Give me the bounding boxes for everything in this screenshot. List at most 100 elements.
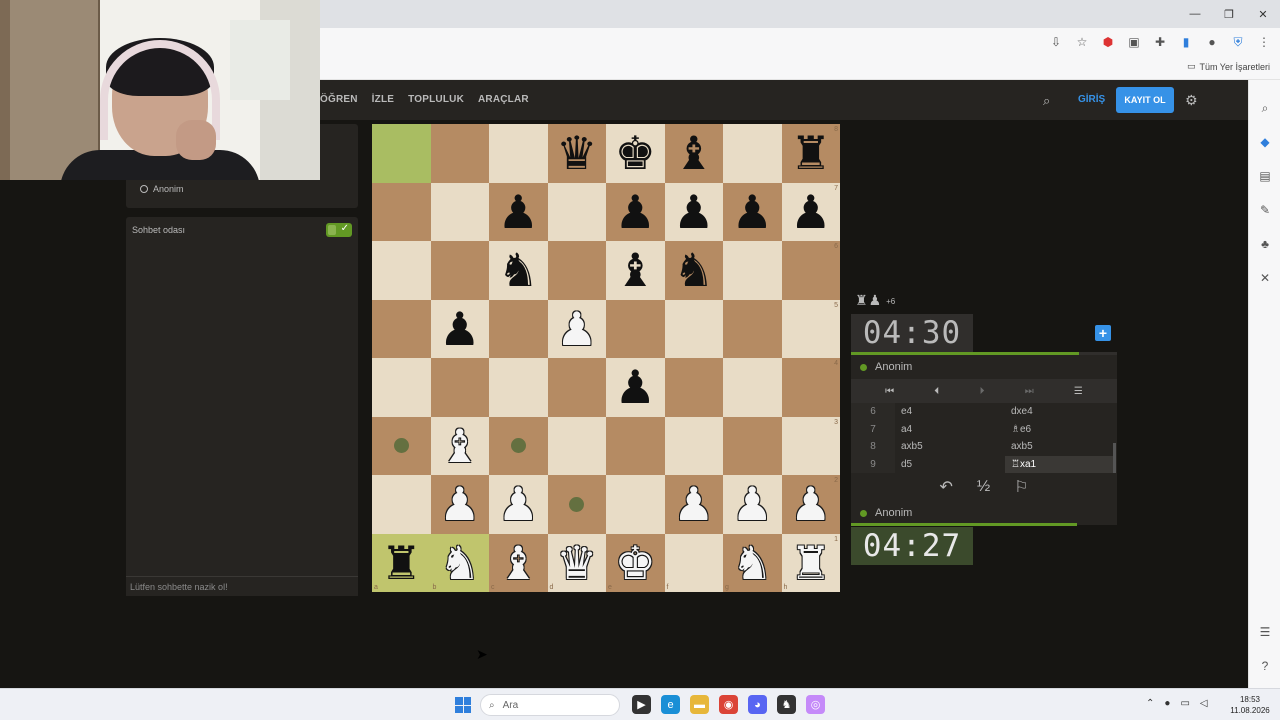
top-player-name[interactable]: Anonim: [875, 361, 912, 373]
square-h2[interactable]: ♟ 2: [781, 475, 840, 534]
customize-icon[interactable]: ☰: [1257, 624, 1273, 640]
square-f5[interactable]: [664, 299, 723, 358]
white-move[interactable]: d5: [895, 456, 1005, 474]
black-pawn-icon[interactable]: ♟: [498, 189, 539, 235]
nav-learn[interactable]: ÖĞREN: [320, 94, 358, 105]
extension-icon[interactable]: ▣: [1124, 32, 1144, 52]
square-a8[interactable]: [372, 124, 431, 183]
profile-icon[interactable]: ●: [1202, 32, 1222, 52]
square-f6[interactable]: ♞: [664, 241, 723, 300]
square-a2[interactable]: [372, 475, 431, 534]
white-rook-icon[interactable]: ♜: [790, 540, 831, 586]
square-f7[interactable]: ♟: [664, 182, 723, 241]
chat-toggle[interactable]: [326, 223, 352, 237]
square-f2[interactable]: ♟: [664, 475, 723, 534]
puzzle-icon[interactable]: ✚: [1150, 32, 1170, 52]
chrome-icon[interactable]: ◉: [719, 695, 738, 714]
last-move-icon[interactable]: ⏭: [1025, 386, 1034, 397]
square-h3[interactable]: 3: [781, 416, 840, 475]
black-king-icon[interactable]: ♚: [615, 130, 656, 176]
square-a3[interactable]: [372, 416, 431, 475]
square-h5[interactable]: 5: [781, 299, 840, 358]
white-knight-icon[interactable]: ♞: [732, 540, 773, 586]
chevron-up-icon[interactable]: ⌃: [1146, 698, 1154, 709]
apps-icon[interactable]: ✕: [1257, 270, 1273, 286]
square-e6[interactable]: ♝: [606, 241, 665, 300]
square-f8[interactable]: ♝: [664, 124, 723, 183]
move-hint-dot[interactable]: [393, 438, 409, 454]
square-e7[interactable]: ♟: [606, 182, 665, 241]
install-app-icon[interactable]: ⇩: [1046, 32, 1066, 52]
media-player-icon[interactable]: ▶: [632, 695, 651, 714]
black-knight-icon[interactable]: ♞: [673, 247, 714, 293]
black-knight-icon[interactable]: ♞: [498, 247, 539, 293]
square-c1[interactable]: ♝ c: [489, 533, 548, 592]
black-rook-icon[interactable]: ♜: [381, 540, 422, 586]
edge-browser-icon[interactable]: e: [661, 695, 680, 714]
file-explorer-icon[interactable]: ▬: [690, 695, 709, 714]
nav-watch[interactable]: İZLE: [372, 94, 394, 105]
restore-icon[interactable]: ❐: [1212, 0, 1246, 28]
all-bookmarks[interactable]: ▭ Tüm Yer İşaretleri: [1187, 61, 1270, 72]
square-e8[interactable]: ♚: [606, 124, 665, 183]
square-g2[interactable]: ♟: [723, 475, 782, 534]
square-d4[interactable]: [547, 358, 606, 417]
square-f4[interactable]: [664, 358, 723, 417]
first-move-icon[interactable]: ⏮: [885, 386, 894, 397]
sidebar-icon[interactable]: ▮: [1176, 32, 1196, 52]
volume-icon[interactable]: ◁: [1200, 698, 1208, 709]
square-h1[interactable]: ♜ 1 h: [781, 533, 840, 592]
login-link[interactable]: GİRİŞ: [1078, 94, 1105, 105]
black-queen-icon[interactable]: ♛: [556, 130, 597, 176]
gear-icon[interactable]: ⚙: [1185, 92, 1198, 109]
black-move[interactable]: axb5: [1005, 438, 1115, 456]
square-a7[interactable]: [372, 182, 431, 241]
close-icon[interactable]: ✕: [1246, 0, 1280, 28]
white-move[interactable]: e4: [895, 403, 1005, 421]
square-c6[interactable]: ♞: [489, 241, 548, 300]
nav-community[interactable]: TOPLULUK: [408, 94, 464, 105]
search-side-icon[interactable]: ⌕: [1257, 100, 1273, 116]
square-c2[interactable]: ♟: [489, 475, 548, 534]
prev-move-icon[interactable]: ⏴: [934, 386, 939, 397]
white-pawn-icon[interactable]: ♟: [790, 481, 831, 527]
black-move[interactable]: dxe4: [1005, 403, 1115, 421]
white-knight-icon[interactable]: ♞: [439, 540, 480, 586]
square-a1[interactable]: ♜ a: [372, 533, 431, 592]
square-b6[interactable]: [430, 241, 489, 300]
square-c3[interactable]: [489, 416, 548, 475]
square-b5[interactable]: ♟: [430, 299, 489, 358]
white-king-icon[interactable]: ♚: [615, 540, 656, 586]
white-move[interactable]: a4: [895, 421, 1005, 439]
square-b8[interactable]: [430, 124, 489, 183]
square-d6[interactable]: [547, 241, 606, 300]
square-f3[interactable]: [664, 416, 723, 475]
player-name[interactable]: Anonim: [153, 184, 184, 194]
square-c8[interactable]: [489, 124, 548, 183]
black-pawn-icon[interactable]: ♟: [673, 189, 714, 235]
taskbar-search[interactable]: ⌕ Ara: [480, 694, 620, 716]
square-b1[interactable]: ♞ b: [430, 533, 489, 592]
black-bishop-icon[interactable]: ♝: [673, 130, 714, 176]
square-b4[interactable]: [430, 358, 489, 417]
chat-input[interactable]: Lütfen sohbette nazik ol!: [126, 576, 358, 596]
square-d2[interactable]: [547, 475, 606, 534]
square-g3[interactable]: [723, 416, 782, 475]
draw-offer-button[interactable]: ½: [977, 478, 990, 496]
move-hint-dot[interactable]: [569, 496, 585, 512]
browser-app-icon[interactable]: ◎: [806, 695, 825, 714]
white-pawn-icon[interactable]: ♟: [556, 306, 597, 352]
move-list-scrollbar[interactable]: [1113, 443, 1116, 473]
minimize-icon[interactable]: —: [1178, 0, 1212, 28]
square-d7[interactable]: [547, 182, 606, 241]
square-g1[interactable]: ♞ g: [723, 533, 782, 592]
white-pawn-icon[interactable]: ♟: [498, 481, 539, 527]
resign-flag-icon[interactable]: ⚐: [1014, 477, 1028, 497]
square-c4[interactable]: [489, 358, 548, 417]
move-hint-dot[interactable]: [510, 438, 526, 454]
white-pawn-icon[interactable]: ♟: [439, 481, 480, 527]
help-icon[interactable]: ?: [1257, 658, 1273, 674]
white-bishop-icon[interactable]: ♝: [498, 540, 539, 586]
square-e3[interactable]: [606, 416, 665, 475]
black-bishop-icon[interactable]: ♝: [615, 247, 656, 293]
